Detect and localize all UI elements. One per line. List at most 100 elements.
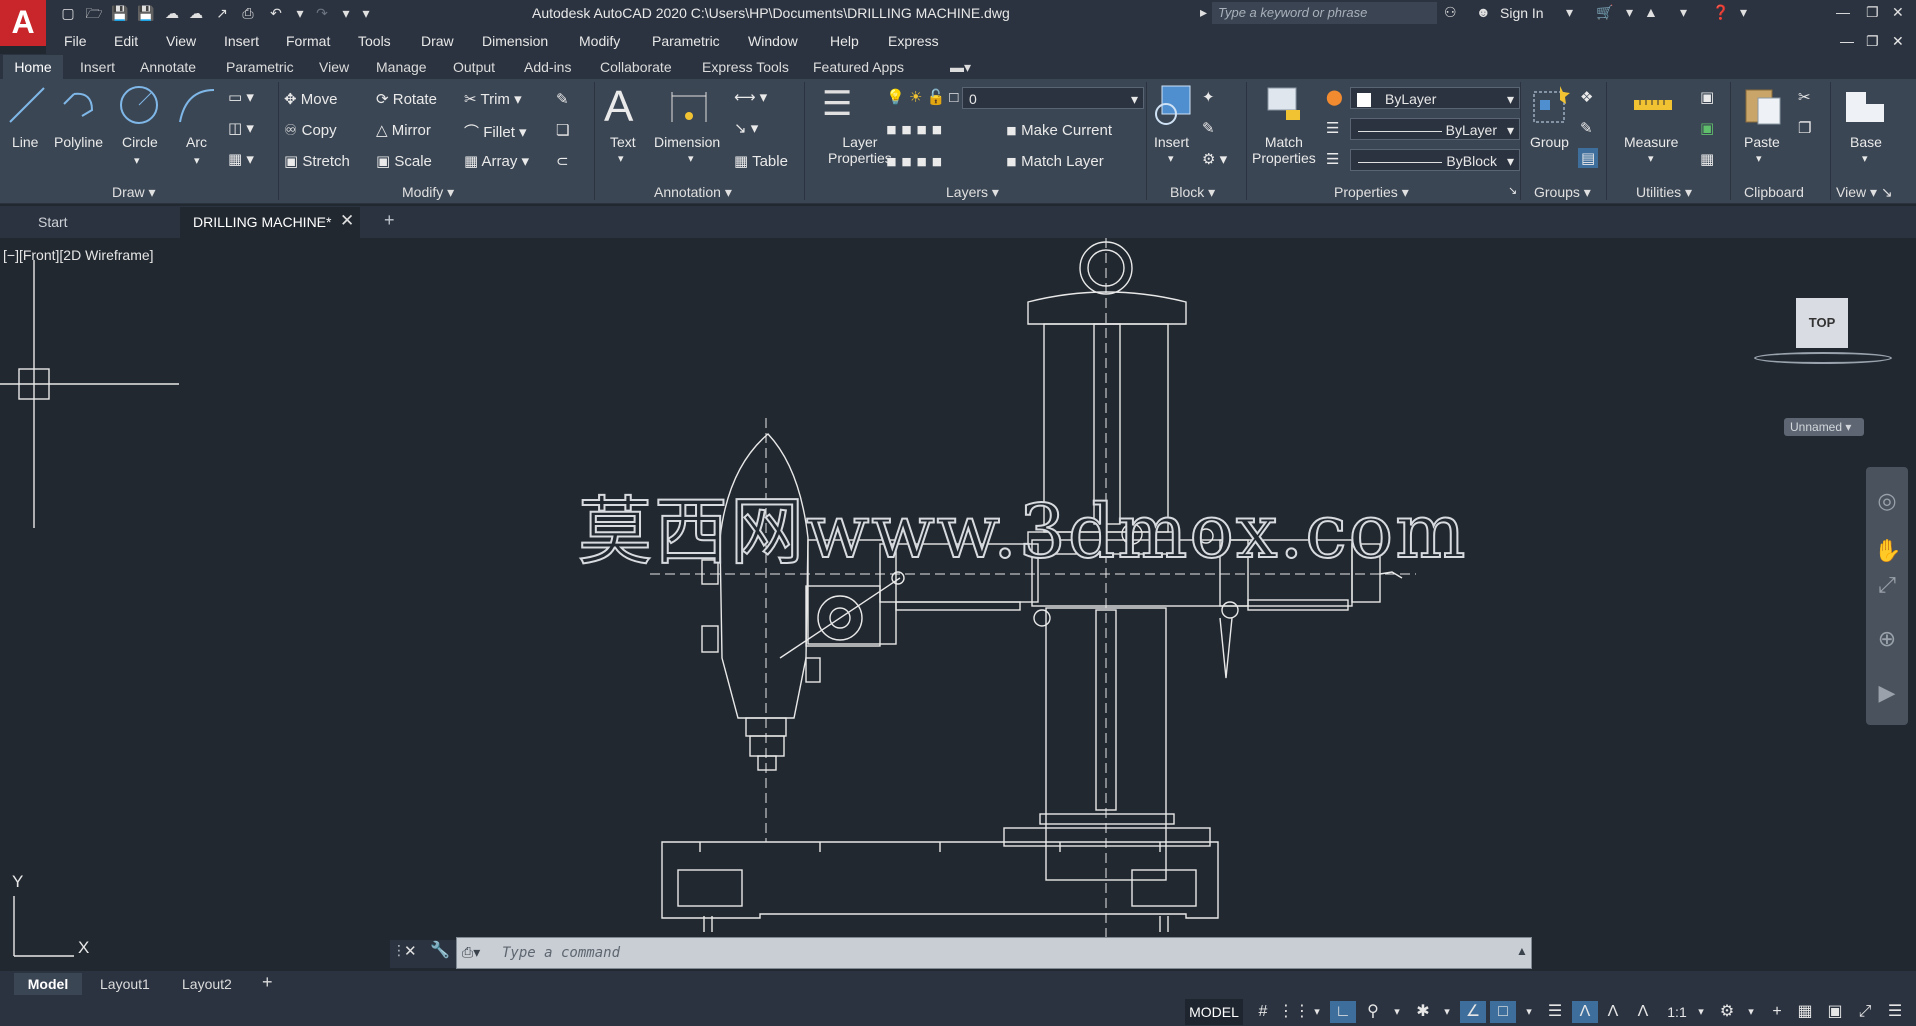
menu-help[interactable]: Help bbox=[830, 33, 859, 49]
new-file-icon[interactable]: ▢ bbox=[58, 4, 78, 22]
snap-icon[interactable]: ⋮⋮ bbox=[1278, 1001, 1310, 1023]
viewcube-compass-ring[interactable] bbox=[1754, 352, 1892, 364]
group-icon[interactable] bbox=[1530, 84, 1572, 126]
circle-button[interactable]: Circle bbox=[122, 134, 158, 150]
array-button[interactable]: ▦ Array ▾ bbox=[464, 152, 529, 170]
paste-dropdown-icon[interactable]: ▾ bbox=[1756, 152, 1762, 165]
explode-icon[interactable]: ❏ bbox=[556, 121, 569, 139]
restore-icon[interactable]: ❐ bbox=[1866, 4, 1879, 21]
modify-panel-title[interactable]: Modify ▾ bbox=[402, 184, 454, 201]
annotation-visibility-icon[interactable]: Λ bbox=[1572, 1001, 1598, 1023]
doc-close-icon[interactable]: ✕ bbox=[1892, 33, 1904, 50]
block-panel-title[interactable]: Block ▾ bbox=[1170, 184, 1215, 201]
lineweight-icon[interactable]: ☰ bbox=[1326, 150, 1339, 168]
measure-icon[interactable] bbox=[1632, 84, 1674, 126]
stretch-button[interactable]: ▣ Stretch bbox=[284, 152, 350, 170]
mirror-button[interactable]: △ Mirror bbox=[376, 121, 431, 139]
text-icon[interactable]: A bbox=[604, 82, 633, 132]
dimension-dropdown-icon[interactable]: ▾ bbox=[688, 152, 694, 165]
drawing-canvas[interactable] bbox=[0, 238, 1916, 973]
linetype-dropdown[interactable]: ByLayer ▾ bbox=[1350, 118, 1520, 140]
menu-insert[interactable]: Insert bbox=[224, 33, 259, 49]
doc-minimize-icon[interactable]: — bbox=[1840, 33, 1854, 49]
isodraft-dropdown-icon[interactable]: ▾ bbox=[1434, 1001, 1460, 1023]
paste-button[interactable]: Paste bbox=[1744, 134, 1780, 150]
calculator-icon[interactable]: ▦ bbox=[1700, 150, 1714, 168]
menu-window[interactable]: Window bbox=[748, 33, 798, 49]
tab-manage[interactable]: Manage bbox=[376, 59, 427, 75]
tab-insert[interactable]: Insert bbox=[80, 59, 115, 75]
match-properties-button[interactable]: Match Properties bbox=[1252, 134, 1316, 166]
command-history-toggle-icon[interactable]: ▲ bbox=[1516, 944, 1528, 958]
new-tab-plus-icon[interactable]: + bbox=[384, 210, 395, 231]
binoculars-icon[interactable]: ⚇ bbox=[1444, 4, 1457, 21]
sign-in-dropdown-icon[interactable]: ▾ bbox=[1566, 4, 1573, 21]
scale-dropdown-icon[interactable]: ▾ bbox=[1688, 1001, 1714, 1023]
select-all-icon[interactable]: ▣ bbox=[1700, 119, 1714, 137]
layer-tool-icons-row1[interactable]: ◾ ◾ ◾ ◾ bbox=[886, 120, 942, 138]
annotation-scale-icon[interactable]: Λ bbox=[1630, 1001, 1656, 1023]
pan-hand-icon[interactable]: ✋ bbox=[1874, 538, 1901, 564]
dimension-icon[interactable] bbox=[668, 86, 710, 128]
save-icon[interactable]: 💾 bbox=[110, 4, 130, 22]
match-properties-icon[interactable] bbox=[1264, 84, 1306, 126]
dimension-button[interactable]: Dimension bbox=[654, 134, 720, 150]
tab-collaborate[interactable]: Collaborate bbox=[600, 59, 672, 75]
polar-dropdown-icon[interactable]: ▾ bbox=[1384, 1001, 1410, 1023]
tab-layout2[interactable]: Layout2 bbox=[182, 976, 232, 992]
zoom-extents-icon[interactable]: ⤢ bbox=[1874, 572, 1900, 598]
ellipse-icon[interactable]: ▦ ▾ bbox=[228, 150, 254, 168]
layers-panel-title[interactable]: Layers ▾ bbox=[946, 184, 999, 201]
text-button[interactable]: Text bbox=[610, 134, 636, 150]
arc-icon[interactable] bbox=[176, 84, 218, 126]
cart-icon[interactable]: 🛒 bbox=[1596, 4, 1613, 21]
tab-start[interactable]: Start bbox=[38, 214, 68, 230]
clean-screen-icon[interactable]: ⤢ bbox=[1852, 1001, 1878, 1023]
menu-parametric[interactable]: Parametric bbox=[652, 33, 720, 49]
autodesk-app-icon[interactable]: ▲ bbox=[1644, 4, 1658, 20]
osnap-dropdown-icon[interactable]: ▾ bbox=[1516, 1001, 1542, 1023]
tab-add-ins[interactable]: Add-ins bbox=[524, 59, 571, 75]
table-button[interactable]: ▦ Table bbox=[734, 152, 788, 170]
make-current-button[interactable]: ◾ Make Current bbox=[1006, 121, 1112, 139]
quick-properties-icon[interactable]: ▣ bbox=[1822, 1001, 1848, 1023]
share-icon[interactable]: ↗ bbox=[212, 4, 232, 22]
save-as-icon[interactable]: 💾 bbox=[136, 4, 156, 22]
object-snap-tracking-icon[interactable]: ∠ bbox=[1460, 1001, 1486, 1023]
layer-tool-icons-row2[interactable]: ◾ ◾ ◾ ◾ bbox=[886, 152, 942, 170]
help-dropdown-icon[interactable]: ▾ bbox=[1740, 4, 1747, 21]
text-dropdown-icon[interactable]: ▾ bbox=[618, 152, 624, 165]
line-button[interactable]: Line bbox=[12, 134, 38, 150]
menu-express[interactable]: Express bbox=[888, 33, 939, 49]
minimize-icon[interactable]: — bbox=[1836, 4, 1850, 20]
redo-icon[interactable]: ↷ bbox=[312, 4, 332, 22]
circle-icon[interactable] bbox=[118, 84, 160, 126]
units-icon[interactable]: ▦ bbox=[1792, 1001, 1818, 1023]
auto-scale-icon[interactable]: Λ bbox=[1600, 1001, 1626, 1023]
erase-icon[interactable]: ✎ bbox=[556, 90, 569, 108]
linetype-icon[interactable]: ☰ bbox=[1326, 119, 1339, 137]
fillet-button[interactable]: ⌒ Fillet ▾ bbox=[464, 121, 527, 142]
annotation-panel-title[interactable]: Annotation ▾ bbox=[654, 184, 732, 201]
group-selection-toggle-icon[interactable]: ▤ bbox=[1578, 148, 1599, 168]
print-icon[interactable]: ⎙ bbox=[238, 4, 258, 22]
paste-icon[interactable] bbox=[1742, 84, 1784, 126]
autodesk-app-dropdown-icon[interactable]: ▾ bbox=[1680, 4, 1687, 21]
arc-button[interactable]: Arc bbox=[186, 134, 207, 150]
menu-draw[interactable]: Draw bbox=[421, 33, 454, 49]
polyline-icon[interactable] bbox=[58, 84, 100, 126]
layer-properties-icon[interactable]: ☰ bbox=[822, 84, 852, 124]
menu-edit[interactable]: Edit bbox=[114, 33, 138, 49]
circle-dropdown-icon[interactable]: ▾ bbox=[134, 154, 140, 167]
user-icon[interactable]: ☻ bbox=[1476, 4, 1491, 20]
groups-panel-title[interactable]: Groups ▾ bbox=[1534, 184, 1591, 201]
ortho-icon[interactable]: ∟ bbox=[1330, 1001, 1356, 1023]
measure-button[interactable]: Measure bbox=[1624, 134, 1678, 150]
arc-dropdown-icon[interactable]: ▾ bbox=[194, 154, 200, 167]
close-tab-icon[interactable]: ✕ bbox=[340, 211, 354, 231]
redo-dropdown-icon[interactable]: ▾ bbox=[336, 4, 356, 22]
copy-button[interactable]: ♾ Copy bbox=[284, 121, 337, 139]
autocad-logo-button[interactable]: A bbox=[0, 0, 46, 46]
current-layer-dropdown[interactable]: 0 ▾ bbox=[962, 87, 1144, 109]
open-web-icon[interactable]: ☁ bbox=[162, 4, 182, 22]
